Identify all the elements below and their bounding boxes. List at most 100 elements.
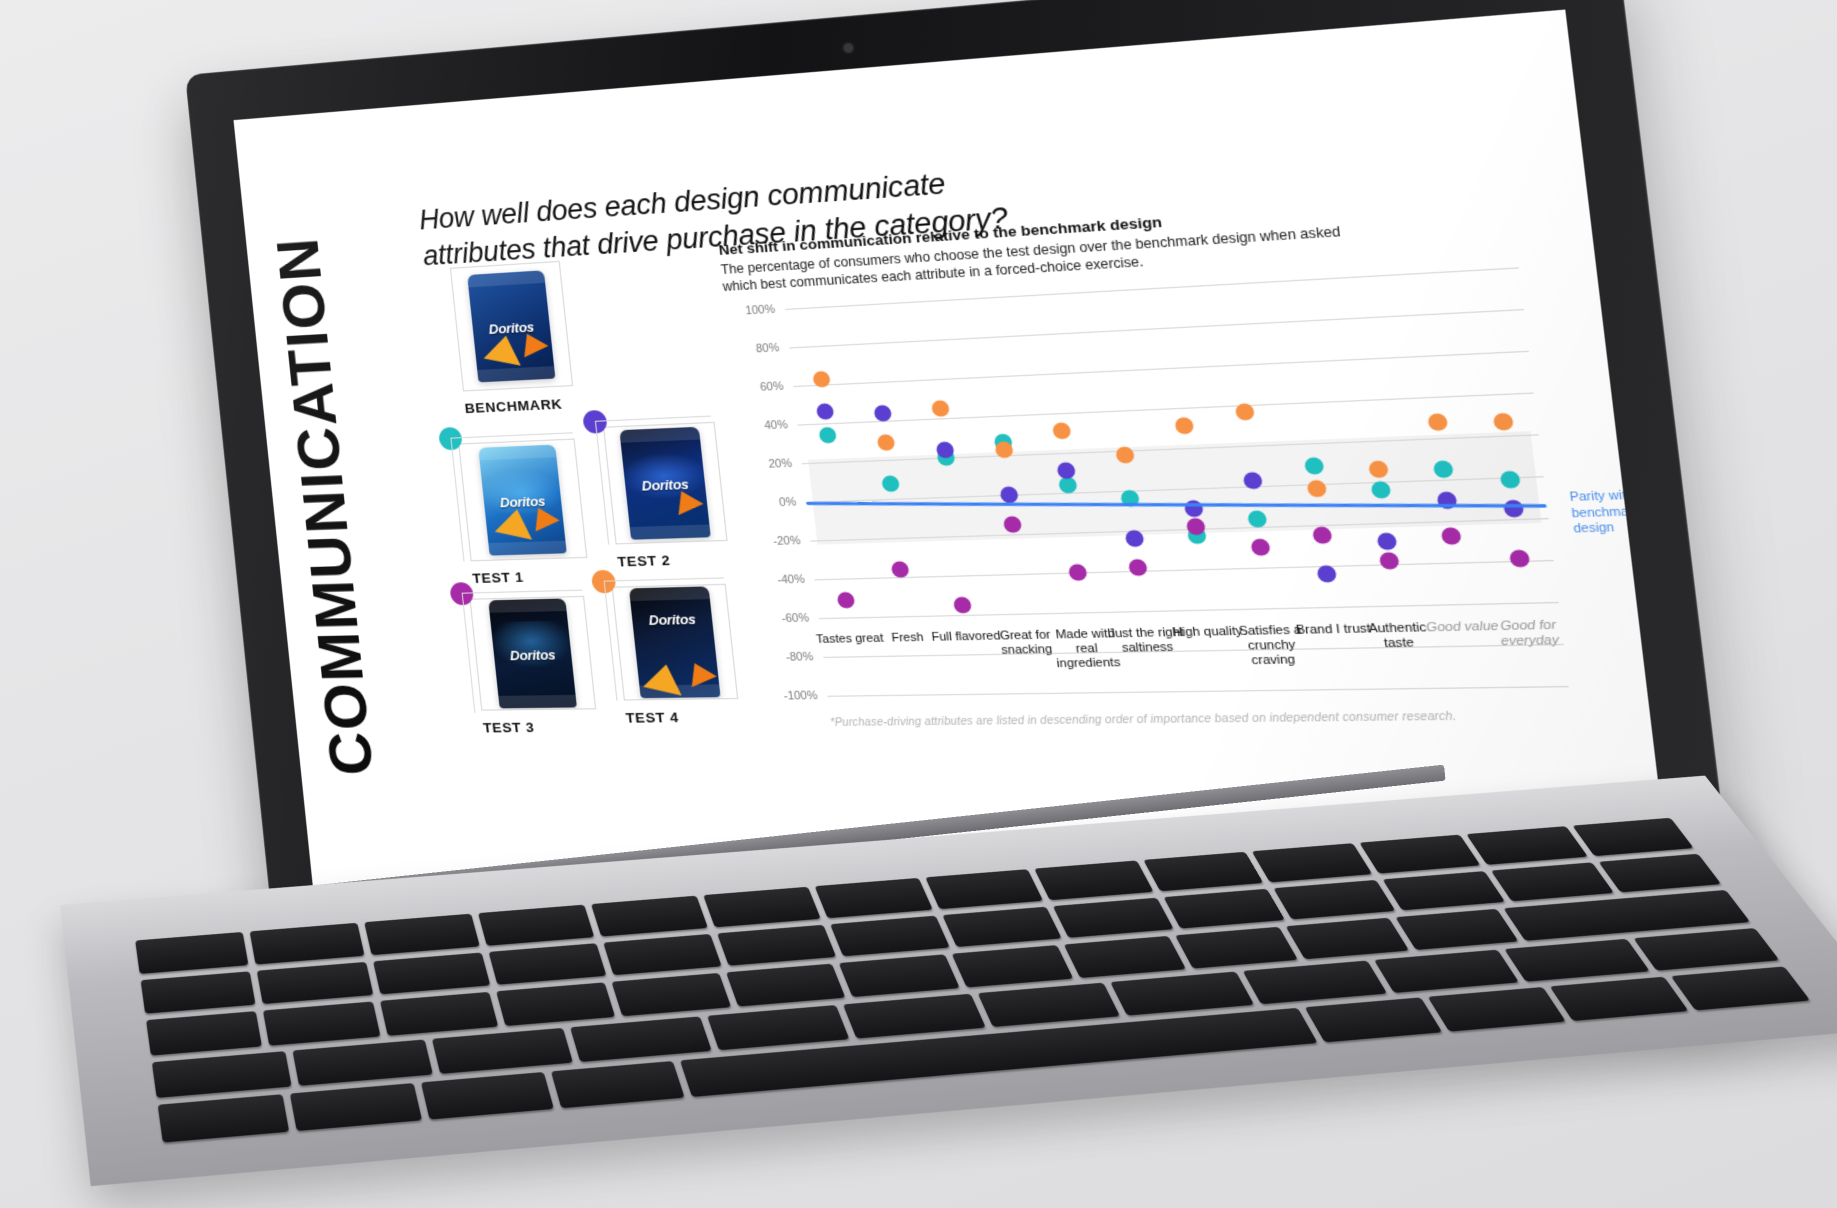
keyboard-key[interactable] [140, 970, 257, 1014]
keyboard-key[interactable] [1305, 997, 1443, 1043]
keyboard-key[interactable] [716, 924, 836, 966]
data-point[interactable] [1052, 422, 1072, 440]
keyboard-key[interactable] [1175, 926, 1298, 969]
x-axis-labels: Tastes great Fresh Full flavored Great for … [816, 618, 1570, 704]
keyboard-key[interactable] [1571, 817, 1694, 856]
keyboard-key[interactable] [814, 877, 933, 918]
laptop-device: COMMUNICATION How well does each design … [0, 0, 1837, 1208]
keyboard-key[interactable] [364, 913, 480, 955]
keyboard-key[interactable] [420, 1072, 554, 1120]
data-point[interactable] [890, 561, 910, 578]
data-point[interactable] [1378, 551, 1400, 570]
keyboard-key[interactable] [151, 1050, 292, 1099]
data-point[interactable] [836, 591, 855, 609]
gridline [814, 560, 1554, 581]
keyboard-key[interactable] [478, 904, 595, 946]
data-point[interactable] [930, 400, 950, 418]
keyboard-key[interactable] [250, 922, 365, 965]
data-point[interactable] [952, 596, 972, 614]
keyboard-key[interactable] [977, 982, 1121, 1028]
design-card-test-3[interactable]: Doritos TEST 3 [449, 582, 598, 736]
design-card-test-4[interactable]: Doritos TEST 4 [590, 569, 741, 726]
data-point[interactable] [818, 426, 837, 444]
keyboard-key[interactable] [496, 982, 615, 1026]
keyboard-key[interactable] [134, 931, 249, 974]
keyboard-key[interactable] [488, 942, 607, 985]
keyboard-key[interactable] [550, 1061, 685, 1109]
test-3-thumbnail: Doritos [469, 595, 597, 711]
y-axis-tick: 40% [763, 418, 789, 433]
test-1-thumbnail: Doritos [458, 438, 588, 562]
data-point[interactable] [1311, 526, 1333, 545]
keyboard-key[interactable] [1382, 870, 1505, 911]
keyboard-key[interactable] [603, 933, 722, 976]
data-point[interactable] [1376, 532, 1398, 551]
keyboard-key[interactable] [1242, 960, 1388, 1005]
keyboard-key[interactable] [569, 1016, 712, 1063]
legend-leader-test-2 [594, 415, 711, 422]
keyboard-key[interactable] [1251, 843, 1372, 883]
data-point[interactable] [1250, 538, 1271, 557]
keyboard-key[interactable] [1110, 971, 1255, 1016]
keyboard-key[interactable] [257, 961, 374, 1005]
keyboard-key[interactable] [157, 1094, 289, 1143]
keyboard-key[interactable] [380, 992, 499, 1036]
keyboard-key[interactable] [291, 1039, 433, 1087]
keyboard-key[interactable] [1465, 826, 1588, 865]
y-axis-tick: -100% [783, 689, 819, 703]
keyboard-key[interactable] [431, 1027, 573, 1075]
keyboard-key[interactable] [145, 1011, 263, 1056]
keyboard-key[interactable] [1359, 834, 1480, 874]
data-point[interactable] [1128, 558, 1149, 576]
data-point[interactable] [1068, 564, 1088, 582]
keyboard-key[interactable] [829, 915, 950, 957]
keyboard-key[interactable] [611, 973, 731, 1017]
design-card-benchmark[interactable]: Doritos BENCHMARK [449, 260, 576, 416]
keyboard-key[interactable] [1671, 966, 1811, 1011]
data-point[interactable] [876, 434, 896, 451]
keyboard-key[interactable] [1063, 936, 1186, 978]
keyboard-key[interactable] [263, 1001, 381, 1046]
keyboard-key[interactable] [1394, 908, 1519, 950]
keyboard-key[interactable] [706, 1004, 850, 1051]
keyboard-key[interactable] [951, 945, 1074, 988]
keyboard-key[interactable] [725, 963, 846, 1007]
keyboard-key[interactable] [1633, 927, 1781, 972]
keyboard-key[interactable] [289, 1083, 422, 1132]
product-bag-test-2: Doritos [619, 426, 711, 540]
keyboard-key[interactable] [1374, 949, 1520, 994]
data-point[interactable] [873, 404, 892, 422]
data-point[interactable] [1173, 417, 1194, 435]
design-card-test-1[interactable]: Doritos TEST 1 [438, 426, 590, 586]
design-card-test-2[interactable]: Doritos TEST 2 [582, 409, 730, 570]
test-4-thumbnail: Doritos [611, 583, 739, 701]
keyboard-key[interactable] [1273, 879, 1396, 920]
keyboard-key[interactable] [842, 993, 986, 1039]
keyboard-key[interactable] [1428, 987, 1567, 1032]
data-point[interactable] [1509, 549, 1531, 568]
keyboard-key[interactable] [1285, 917, 1409, 960]
keyboard-key[interactable] [1490, 862, 1614, 902]
data-point[interactable] [815, 403, 834, 421]
data-point[interactable] [1440, 526, 1463, 545]
keyboard-key[interactable] [1034, 860, 1154, 900]
data-point[interactable] [1427, 412, 1449, 431]
keyboard-key[interactable] [924, 869, 1044, 909]
gridline [797, 392, 1534, 426]
keyboard-key[interactable] [1163, 888, 1286, 929]
keyboard-key[interactable] [1504, 938, 1651, 983]
keyboard-key[interactable] [1052, 897, 1174, 938]
keyboard-key[interactable] [1550, 977, 1689, 1021]
gridline [793, 350, 1529, 388]
keyboard-key[interactable] [590, 895, 708, 937]
keyboard-key[interactable] [373, 952, 491, 995]
keyboard-key[interactable] [941, 906, 1063, 948]
keyboard-key[interactable] [1143, 851, 1264, 891]
gridline [789, 309, 1524, 349]
data-point[interactable] [1493, 412, 1515, 431]
legend-leader-test-3 [461, 589, 583, 594]
keyboard-key[interactable] [839, 954, 960, 997]
data-point[interactable] [1316, 565, 1338, 584]
keyboard-key[interactable] [703, 886, 821, 928]
keyboard-key[interactable] [1597, 853, 1722, 893]
